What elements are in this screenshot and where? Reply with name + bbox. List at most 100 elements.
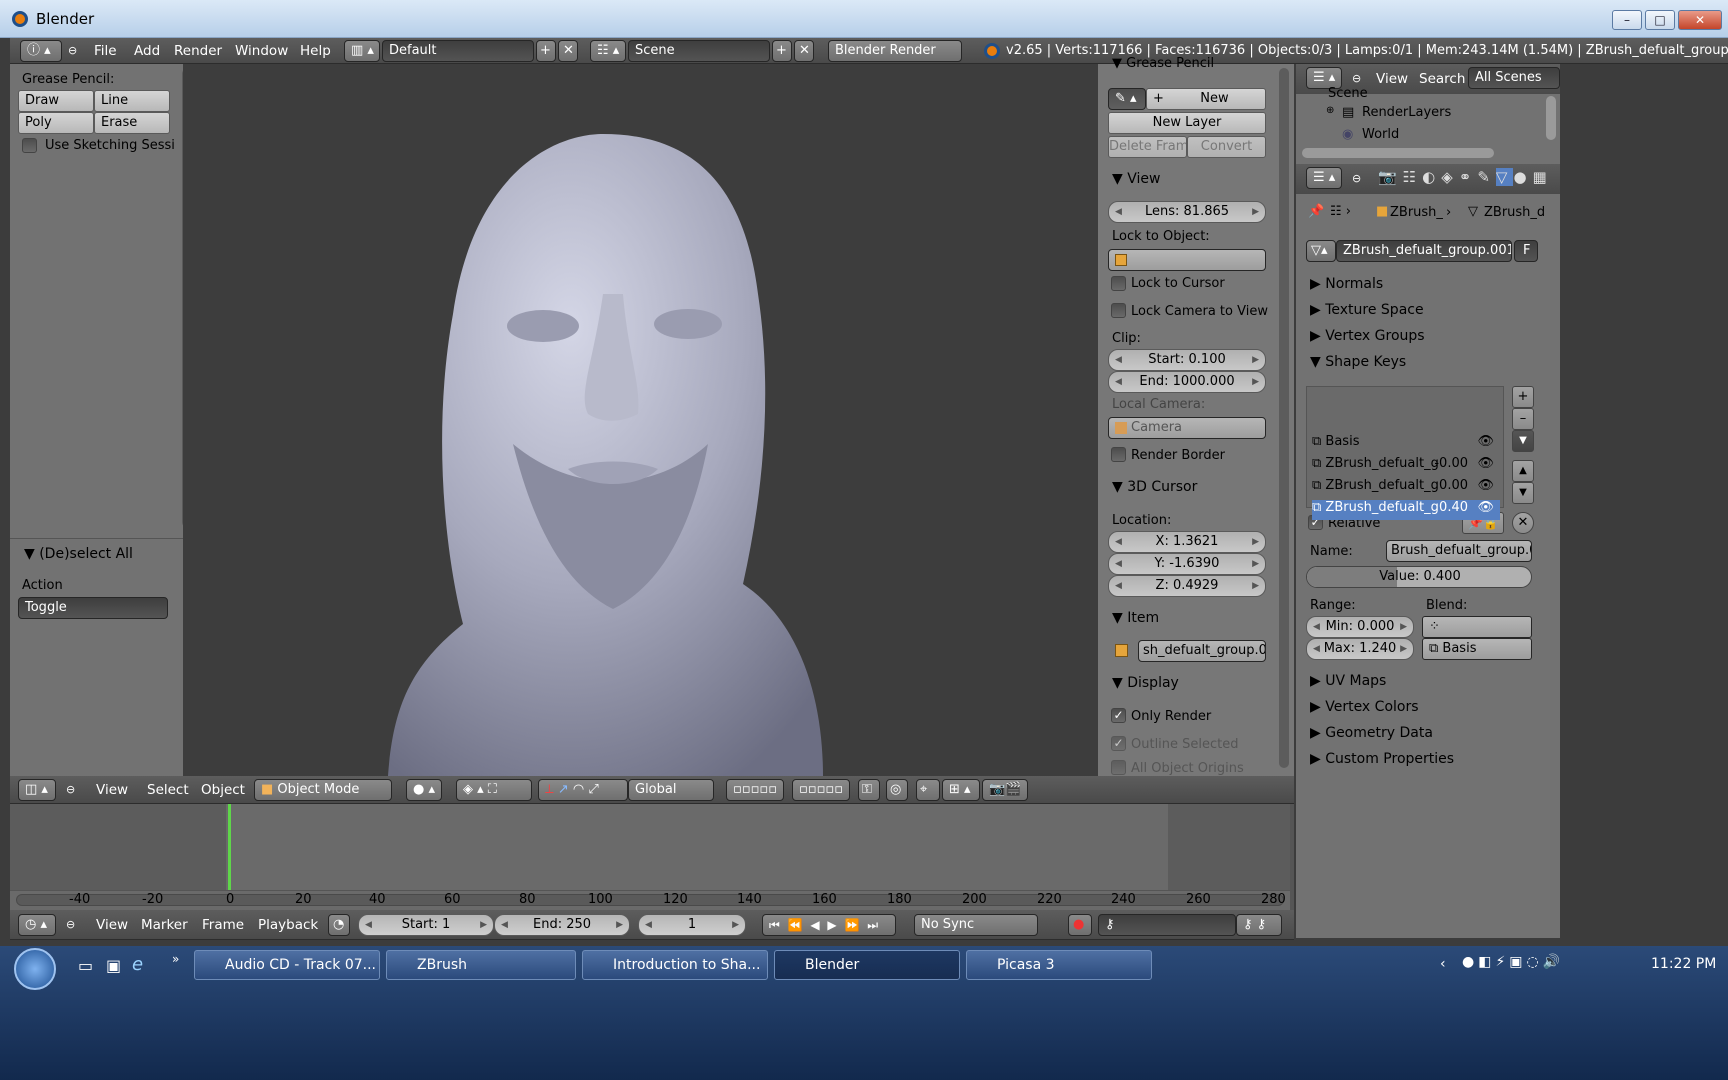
editor-type-info-icon[interactable]: ⓘ ▴ [20,40,62,62]
timeline[interactable]: -40 -20 0 20 40 60 80 100 120 140 160 18… [10,804,1294,910]
local-camera-field[interactable]: Camera [1108,417,1266,439]
action-select[interactable]: Toggle [18,597,168,619]
uv-maps-panel[interactable]: ▶ UV Maps [1310,673,1386,689]
end-frame-field[interactable]: ◀ End: 250 ▶ [494,914,630,936]
menu-file[interactable]: File [94,38,117,64]
mesh-name-field[interactable]: ZBrush_defualt_group.001 [1336,240,1512,262]
pivot-manipulator-icons[interactable]: ◈ ▴ ⛶ [456,779,532,801]
lock-object-field[interactable] [1108,249,1266,271]
editor-type-timeline-icon[interactable]: ◷ ▴ [18,914,56,936]
outliner-menu-view[interactable]: View [1376,66,1408,92]
min-field[interactable]: ◀ Min: 0.000 ▶ [1306,616,1414,638]
editor-type-properties-icon[interactable]: ☰ ▴ [1306,167,1342,189]
current-frame-field[interactable]: ◀ 1 ▶ [638,914,746,936]
orientation-select[interactable]: Global [628,779,714,801]
shape-key-row-selected[interactable]: ⧉ ZBrush_defualt_g 0.40 👁 [1312,500,1500,520]
eye-icon[interactable]: 👁 [1477,478,1494,493]
properties-context-tabs[interactable]: 📷☷◐◈⚭✎▽●▦ [1378,168,1553,186]
current-frame-indicator[interactable] [228,804,231,890]
outline-selected-checkbox[interactable]: ✓ [1111,736,1126,751]
vertex-groups-panel[interactable]: ▶ Vertex Groups [1310,328,1425,344]
scene-field[interactable]: Scene [628,40,770,62]
mode-select[interactable]: ■ Object Mode [254,779,392,801]
clip-end-field[interactable]: ◀ End: 1000.000 ▶ [1108,371,1266,393]
timeline-menu-view[interactable]: View [96,912,128,938]
playback-controls[interactable]: ⏮ ⏪ ◀ ▶ ⏩ ⏭ [762,914,896,936]
shape-keys-panel[interactable]: ▼ Shape Keys [1310,354,1406,370]
max-field[interactable]: ◀ Max: 1.240 ▶ [1306,638,1414,660]
blend-vertex-group-field[interactable]: ⁘ [1422,616,1532,638]
render-border-checkbox[interactable] [1111,447,1126,462]
menu-add[interactable]: Add [134,38,160,64]
eye-icon[interactable]: 👁 [1477,456,1494,471]
item-panel-title[interactable]: ▼ Item [1112,610,1159,626]
draw-button[interactable]: Draw [18,90,94,112]
shape-key-row[interactable]: ⧉ ZBrush_defualt_g 0.00 👁 [1312,478,1500,498]
editor-type-3d-icon[interactable]: ◫ ▴ [18,779,56,801]
menu-select[interactable]: Select [147,777,189,803]
snap-icon[interactable]: ⌖ [916,779,940,801]
new-grease-pencil-button[interactable]: + New [1146,88,1266,110]
system-tray-icons[interactable]: ●◧⚡▣◌🔊 [1462,954,1564,970]
mesh-datablock-icon[interactable]: ▽▴ [1306,240,1336,262]
value-slider[interactable]: Value: 0.400 [1306,566,1532,588]
menu-object[interactable]: Object [201,777,245,803]
task-picasa[interactable]: Picasa 3 [966,950,1152,980]
eye-icon[interactable]: 👁 [1477,500,1494,515]
view-panel-title[interactable]: ▼ View [1112,171,1160,187]
close-button[interactable]: ✕ [1678,10,1722,30]
timeline-menu-playback[interactable]: Playback [258,912,318,938]
shape-key-value[interactable]: -0.00 [1434,456,1468,471]
remove-scene-icon[interactable]: ✕ [794,40,814,62]
lock-to-cursor-checkbox[interactable] [1111,276,1126,291]
render-engine-select[interactable]: Blender Render [828,40,962,62]
eye-icon[interactable]: 👁 [1477,434,1494,449]
move-down-icon[interactable]: ▼ [1512,482,1534,504]
add-screen-icon[interactable]: + [536,40,556,62]
transform-manipulator-icons[interactable]: ⟂ ↗ ◠ ⤢ [538,779,628,801]
snap-element-icon[interactable]: ⊞ ▴ [942,779,980,801]
timeline-menu-marker[interactable]: Marker [141,912,188,938]
scene-icon[interactable]: ☷ ▴ [590,40,626,62]
vertex-colors-panel[interactable]: ▶ Vertex Colors [1310,699,1419,715]
preview-range-icon[interactable]: ◔ [328,914,350,936]
remove-screen-icon[interactable]: ✕ [558,40,578,62]
shape-key-row[interactable]: ⧉ Basis 👁 [1312,434,1500,454]
new-layer-button[interactable]: New Layer [1108,112,1266,134]
shape-key-value[interactable]: 0.40 [1439,500,1468,515]
pin-icon[interactable]: 📌 [1308,204,1324,219]
erase-button[interactable]: Erase [94,112,170,134]
menu-view[interactable]: View [96,777,128,803]
clear-shape-key-icon[interactable]: ✕ [1512,512,1534,534]
menu-help[interactable]: Help [300,38,331,64]
only-render-checkbox[interactable]: ✓ [1111,708,1126,723]
shape-key-specials-icon[interactable]: ▼ [1512,430,1534,452]
display-mode-select[interactable]: All Scenes [1468,67,1560,89]
normals-panel[interactable]: ▶ Normals [1310,276,1383,292]
outliner-menu-search[interactable]: Search [1419,66,1465,92]
maximize-button[interactable]: □ [1645,10,1675,30]
cursor-panel-title[interactable]: ▼ 3D Cursor [1112,479,1197,495]
shape-key-row[interactable]: ⧉ ZBrush_defualt_g -0.00 👁 [1312,456,1500,476]
task-zbrush[interactable]: ZBrush [386,950,576,980]
quick-launch-more-icon[interactable]: » [172,952,179,966]
start-frame-field[interactable]: ◀ Start: 1 ▶ [358,914,494,936]
remove-shape-key-icon[interactable]: – [1512,408,1534,430]
lens-field[interactable]: ◀ Lens: 81.865 ▶ [1108,201,1266,223]
menu-window[interactable]: Window [235,38,288,64]
grease-pencil-datablock-icon[interactable]: ✎ ▴ [1108,88,1146,110]
task-blender[interactable]: Blender [774,950,960,980]
internet-explorer-icon[interactable]: e [132,954,143,975]
layers-grid-2[interactable]: ▫▫▫▫▫ [792,779,850,801]
texture-space-panel[interactable]: ▶ Texture Space [1310,302,1424,318]
start-button[interactable] [14,948,56,990]
blend-relative-key-field[interactable]: ⧉ Basis [1422,638,1532,660]
keying-set-field[interactable]: ⚷ [1098,914,1236,936]
collapse-menu-icon[interactable]: ⊖ [1352,166,1361,192]
insert-delete-keyframe-icons[interactable]: ⚷ ⚷ [1236,914,1282,936]
custom-properties-panel[interactable]: ▶ Custom Properties [1310,751,1454,767]
item-name-field[interactable]: sh_defualt_group.001 [1138,640,1266,662]
screen-layout-field[interactable]: Default [382,40,534,62]
timeline-menu-frame[interactable]: Frame [202,912,244,938]
expand-icon[interactable]: ⊕ [1326,105,1334,116]
